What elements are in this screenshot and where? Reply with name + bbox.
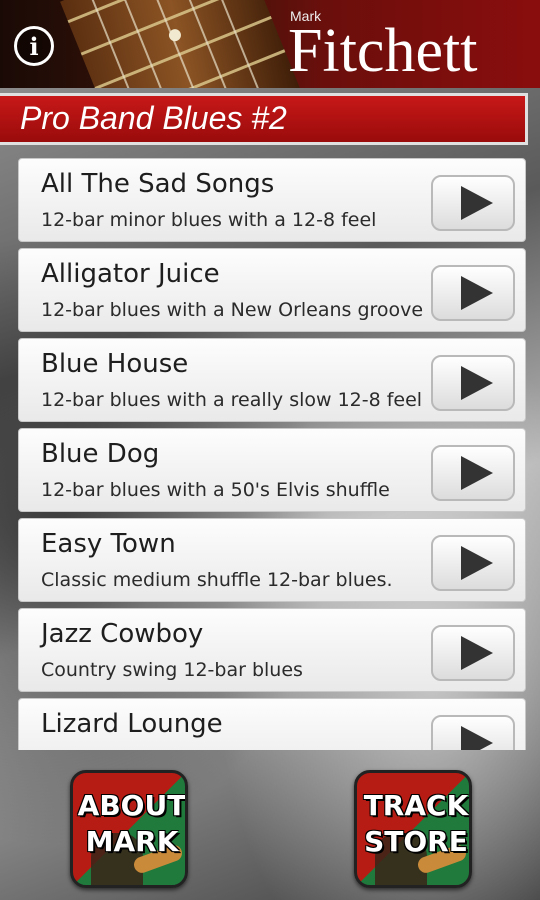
page-title: Pro Band Blues #2	[20, 100, 287, 136]
play-button[interactable]	[431, 355, 515, 411]
info-icon[interactable]: i	[14, 26, 54, 66]
play-button[interactable]	[431, 535, 515, 591]
track-title: Lizard Lounge	[41, 709, 223, 739]
track-store-button[interactable]: TRACK STORE	[354, 770, 472, 888]
track-subtitle: 12-bar blues with a New Orleans groove	[41, 299, 424, 321]
play-icon	[461, 456, 493, 490]
track-subtitle: 12-bar blues with a really slow 12-8 fee…	[41, 389, 423, 411]
play-icon	[461, 546, 493, 580]
app-header: i Mark Fitchett	[0, 0, 540, 88]
store-label-line1: TRACK	[363, 789, 469, 822]
track-title: Blue Dog	[41, 439, 160, 469]
play-icon	[461, 726, 493, 750]
play-icon	[461, 636, 493, 670]
track-list[interactable]: All The Sad Songs 12-bar minor blues wit…	[18, 158, 526, 750]
track-title: Alligator Juice	[41, 259, 220, 289]
page-title-bar: Pro Band Blues #2	[0, 93, 528, 145]
track-subtitle: Country swing 12-bar blues	[41, 659, 303, 681]
track-item[interactable]: Alligator Juice 12-bar blues with a New …	[18, 248, 526, 332]
track-item[interactable]: Easy Town Classic medium shuffle 12-bar …	[18, 518, 526, 602]
track-title: All The Sad Songs	[41, 169, 275, 199]
track-item[interactable]: Blue House 12-bar blues with a really sl…	[18, 338, 526, 422]
track-title: Easy Town	[41, 529, 176, 559]
track-item[interactable]: Blue Dog 12-bar blues with a 50's Elvis …	[18, 428, 526, 512]
track-title: Blue House	[41, 349, 189, 379]
about-label-line2: MARK	[85, 825, 179, 858]
track-title: Jazz Cowboy	[41, 619, 204, 649]
play-button[interactable]	[431, 265, 515, 321]
play-icon	[461, 186, 493, 220]
track-item[interactable]: All The Sad Songs 12-bar minor blues wit…	[18, 158, 526, 242]
track-subtitle: 12-bar blues with a 50's Elvis shuffle	[41, 479, 390, 501]
play-icon	[461, 366, 493, 400]
track-subtitle: 12-bar minor blues with a 12-8 feel	[41, 209, 377, 231]
play-button[interactable]	[431, 625, 515, 681]
play-icon	[461, 276, 493, 310]
play-button[interactable]	[431, 445, 515, 501]
track-item[interactable]: Lizard Lounge	[18, 698, 526, 750]
track-item[interactable]: Jazz Cowboy Country swing 12-bar blues	[18, 608, 526, 692]
about-mark-button[interactable]: ABOUT MARK	[70, 770, 188, 888]
play-button[interactable]	[431, 175, 515, 231]
store-label-line2: STORE	[364, 825, 468, 858]
play-button[interactable]	[431, 715, 515, 750]
track-subtitle: Classic medium shuffle 12-bar blues.	[41, 569, 393, 591]
brand-last-name: Fitchett	[288, 17, 478, 85]
guitar-neck-image	[60, 0, 300, 88]
about-label-line1: ABOUT	[77, 789, 187, 822]
